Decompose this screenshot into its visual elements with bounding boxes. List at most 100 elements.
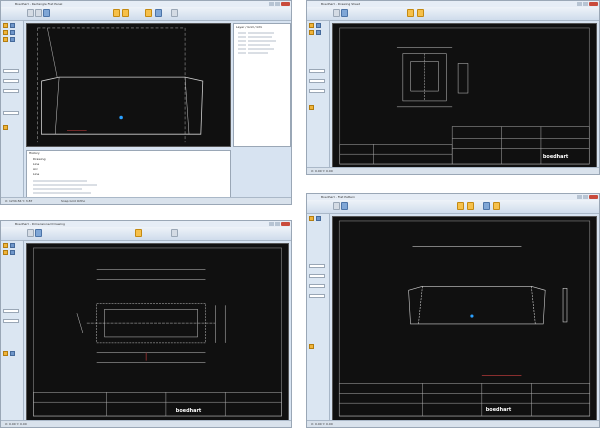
select-tool-icon[interactable] <box>309 216 314 221</box>
apply-icon[interactable] <box>3 125 8 130</box>
left-tool-palette <box>1 21 24 198</box>
screenshot-bottom-left: Boedhart - Dimensioned Drawing boedhart … <box>0 220 292 428</box>
brand-logo: boedhart <box>543 154 569 160</box>
draw-tool-button[interactable] <box>407 9 414 17</box>
cad-drawing: boedhart <box>338 220 591 417</box>
status-coordinates: X: 0.00 Y: 0.00 <box>5 422 27 426</box>
arrow-down-icon[interactable] <box>10 351 15 356</box>
brand-logo: boedhart <box>486 407 512 413</box>
minimize-button[interactable] <box>577 195 582 199</box>
history-lines <box>33 180 97 194</box>
status-coordinates: X: 0.00 Y: 0.00 <box>311 422 333 426</box>
status-bar: X: 0.00 Y: 0.00 <box>307 167 599 174</box>
trim-tool-icon[interactable] <box>10 37 15 42</box>
history-panel: History Drawing Line Arc Line <box>26 150 231 198</box>
line-tool-icon[interactable] <box>10 23 15 28</box>
grid-info-panel: Layer / Grid / Info <box>233 23 291 147</box>
draw-tool-button[interactable] <box>113 9 120 17</box>
arc-tool-icon[interactable] <box>3 30 8 35</box>
line-tool-icon[interactable] <box>316 23 321 28</box>
cad-canvas[interactable]: boedhart <box>332 216 597 421</box>
select-tool-icon[interactable] <box>3 243 8 248</box>
save-button[interactable] <box>341 202 348 210</box>
apply-icon[interactable] <box>309 105 314 110</box>
maximize-button[interactable] <box>583 2 588 6</box>
status-bar: X: 0.00 Y: 0.00 <box>1 420 291 427</box>
rect-tool-icon[interactable] <box>316 30 321 35</box>
left-tool-palette <box>307 214 330 421</box>
save-button[interactable] <box>341 9 348 17</box>
y-field[interactable] <box>309 274 325 278</box>
layer-field[interactable] <box>3 319 19 323</box>
thickness-field[interactable] <box>3 69 19 73</box>
status-bar: X: 0.00 Y: 0.00 <box>307 420 599 427</box>
cad-drawing <box>37 27 204 143</box>
angle-field[interactable] <box>309 294 325 298</box>
arc-tool-icon[interactable] <box>3 250 8 255</box>
minimize-button[interactable] <box>269 2 274 6</box>
rect-tool-icon[interactable] <box>10 30 15 35</box>
maximize-button[interactable] <box>275 2 280 6</box>
brand-logo: boedhart <box>176 408 202 414</box>
maximize-button[interactable] <box>583 195 588 199</box>
apply-icon[interactable] <box>309 344 314 349</box>
close-button[interactable] <box>589 2 598 6</box>
draw-tool-button[interactable] <box>457 202 464 210</box>
print-button[interactable] <box>171 9 178 17</box>
unfold-button[interactable] <box>155 9 162 17</box>
arrow-up-icon[interactable] <box>3 351 8 356</box>
print-button[interactable] <box>171 229 178 237</box>
cad-drawing: boedhart <box>339 27 590 165</box>
screenshot-top-right: Boedhart - Drawing Sheet boedhart X: 0.0… <box>306 0 600 175</box>
scale-field[interactable] <box>3 309 19 313</box>
save-button[interactable] <box>35 229 42 237</box>
save-button[interactable] <box>43 9 50 17</box>
minimize-button[interactable] <box>269 222 274 226</box>
select-tool-icon[interactable] <box>309 23 314 28</box>
export-button[interactable] <box>493 202 500 210</box>
cad-canvas[interactable]: boedhart <box>332 23 597 169</box>
new-file-button[interactable] <box>333 202 340 210</box>
ribbon-toolbar <box>1 7 291 21</box>
sheet-tool-button[interactable] <box>417 9 424 17</box>
select-tool-icon[interactable] <box>3 23 8 28</box>
close-button[interactable] <box>281 2 290 6</box>
x-field[interactable] <box>309 264 325 268</box>
status-bar: X: 1234.56 Y: 3.87 Snap Grid Ortho <box>1 197 291 204</box>
unfold-button[interactable] <box>483 202 490 210</box>
line-tool-icon[interactable] <box>10 243 15 248</box>
scale-field[interactable] <box>309 69 325 73</box>
dimension-tool-button[interactable] <box>122 9 129 17</box>
info-list-lines <box>238 32 276 54</box>
cad-drawing: boedhart <box>33 247 282 417</box>
bend-tool-button[interactable] <box>145 9 152 17</box>
sheet-field[interactable] <box>309 79 325 83</box>
open-file-button[interactable] <box>35 9 42 17</box>
circle-tool-icon[interactable] <box>3 37 8 42</box>
new-file-button[interactable] <box>333 9 340 17</box>
rect-tool-icon[interactable] <box>10 250 15 255</box>
view-field[interactable] <box>309 89 325 93</box>
dimension-tool-button[interactable] <box>135 229 142 237</box>
line-tool-icon[interactable] <box>316 216 321 221</box>
cad-canvas[interactable] <box>26 23 231 147</box>
angle-field[interactable] <box>3 89 19 93</box>
minimize-button[interactable] <box>577 2 582 6</box>
screenshot-bottom-right: Boedhart - Flat Pattern boedhart X: 0.00… <box>306 193 600 428</box>
close-button[interactable] <box>281 222 290 226</box>
ribbon-toolbar <box>1 227 291 241</box>
thickness-field[interactable] <box>309 284 325 288</box>
radius-field[interactable] <box>3 111 19 115</box>
status-modes: Snap Grid Ortho <box>61 199 86 203</box>
bend-tool-button[interactable] <box>467 202 474 210</box>
new-file-button[interactable] <box>27 9 34 17</box>
arc-tool-icon[interactable] <box>309 30 314 35</box>
close-button[interactable] <box>589 195 598 199</box>
new-file-button[interactable] <box>27 229 34 237</box>
length-field[interactable] <box>3 79 19 83</box>
screenshot-top-left: Boedhart - Rectangle Flat Panel Layer / … <box>0 0 292 205</box>
cad-canvas[interactable]: boedhart <box>26 243 289 421</box>
maximize-button[interactable] <box>275 222 280 226</box>
status-coordinates: X: 1234.56 Y: 3.87 <box>5 199 33 203</box>
left-tool-palette <box>1 241 24 421</box>
